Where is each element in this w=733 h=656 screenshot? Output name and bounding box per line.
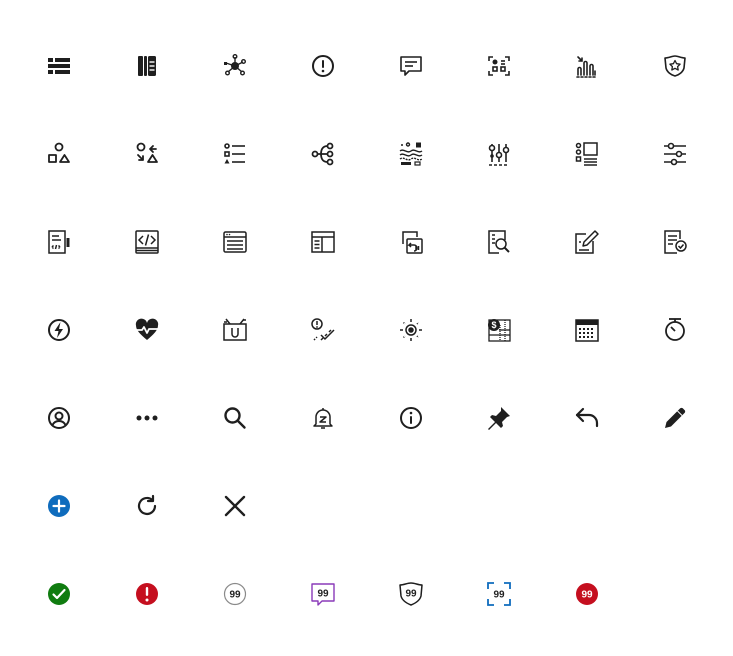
target-sun-icon[interactable] (367, 286, 455, 374)
count-badge-label: 99 (317, 589, 329, 600)
code-window-icon[interactable] (103, 198, 191, 286)
chart-bars-arrow-icon[interactable] (543, 22, 631, 110)
shapes-icon[interactable] (15, 110, 103, 198)
calendar-dollar-icon[interactable]: $ (455, 286, 543, 374)
error-exclamation-icon (103, 550, 191, 638)
reply-arrow-icon[interactable] (543, 374, 631, 462)
calendar-grid-icon[interactable] (543, 286, 631, 374)
list-preview-icon[interactable] (543, 110, 631, 198)
layout-columns-icon[interactable] (279, 198, 367, 286)
count-badge-scan: 99 (455, 550, 543, 638)
heart-pulse-icon[interactable] (103, 286, 191, 374)
list-panel-icon[interactable] (191, 198, 279, 286)
count-badge-filled: 99 (543, 550, 631, 638)
count-badge-label: 99 (229, 590, 241, 601)
refresh-icon[interactable] (103, 462, 191, 550)
alert-check-icon[interactable] (279, 286, 367, 374)
badge-row: 99 99 99 99 99 (15, 550, 719, 630)
list-shapes-icon[interactable] (191, 110, 279, 198)
search-icon[interactable] (191, 374, 279, 462)
shapes-cycle-icon[interactable] (103, 110, 191, 198)
info-circle-icon[interactable] (367, 374, 455, 462)
icon-row (15, 110, 719, 198)
user-circle-icon[interactable] (15, 374, 103, 462)
count-badge-shield: 99 (367, 550, 455, 638)
close-icon[interactable] (191, 462, 279, 550)
document-code-side-icon[interactable] (15, 198, 103, 286)
book-library-icon[interactable] (103, 22, 191, 110)
sliders-icon[interactable] (631, 110, 719, 198)
comment-text-icon[interactable] (367, 22, 455, 110)
shapes-scan-icon[interactable] (455, 22, 543, 110)
success-check-icon (15, 550, 103, 638)
note-edit-icon[interactable] (543, 198, 631, 286)
icon-row (15, 22, 719, 110)
tv-unicode-icon[interactable] (191, 286, 279, 374)
network-graph-icon[interactable] (191, 22, 279, 110)
icon-row: $ (15, 286, 719, 374)
branch-icon[interactable] (279, 110, 367, 198)
document-check-icon[interactable] (631, 198, 719, 286)
icon-row (15, 374, 719, 462)
list-detailed-icon[interactable] (15, 22, 103, 110)
count-badge-label: 99 (405, 589, 417, 600)
svg-text:$: $ (491, 320, 496, 330)
count-badge-label: 99 (493, 590, 505, 601)
pin-icon[interactable] (455, 374, 543, 462)
shield-star-icon[interactable] (631, 22, 719, 110)
icon-row (15, 462, 719, 550)
lightning-circle-icon[interactable] (15, 286, 103, 374)
icon-row (15, 198, 719, 286)
window-copy-icon[interactable] (367, 198, 455, 286)
count-badge-comment: 99 (279, 550, 367, 638)
icon-grid: $ 99 99 99 99 99 (15, 22, 719, 630)
add-circle-icon[interactable] (15, 462, 103, 550)
count-badge-circle-outline: 99 (191, 550, 279, 638)
circle-exclamation-icon[interactable] (279, 22, 367, 110)
slider-settings-icon[interactable] (455, 110, 543, 198)
more-horizontal-icon[interactable] (103, 374, 191, 462)
bell-snooze-icon[interactable] (279, 374, 367, 462)
pencil-icon[interactable] (631, 374, 719, 462)
layers-filter-icon[interactable] (367, 110, 455, 198)
document-search-icon[interactable] (455, 198, 543, 286)
count-badge-label: 99 (581, 590, 593, 601)
timer-icon[interactable] (631, 286, 719, 374)
